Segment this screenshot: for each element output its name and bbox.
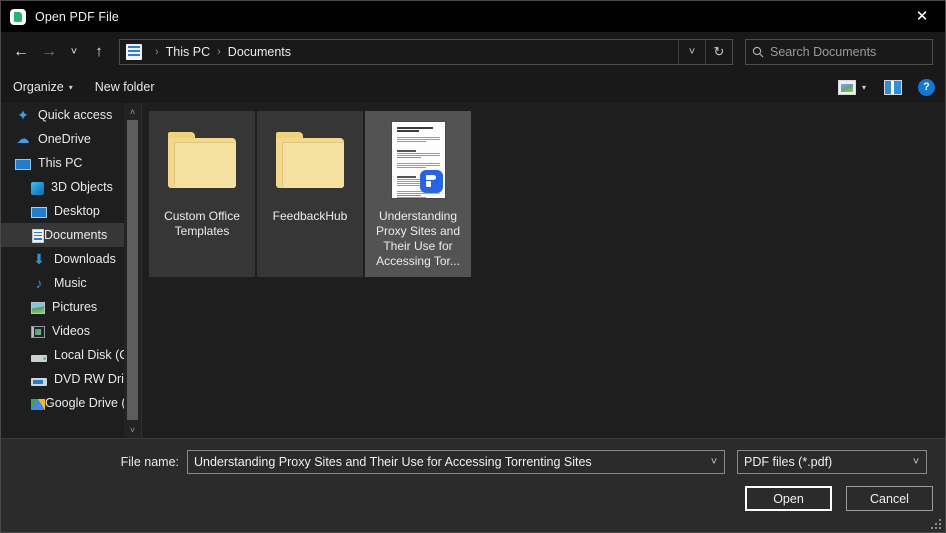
sidebar-item-pictures[interactable]: Pictures [1,295,141,319]
chevron-down-icon[interactable]: ˅ [906,456,926,468]
search-input[interactable] [770,44,932,59]
dialog-buttons: Open Cancel [1,486,945,511]
new-folder-label: New folder [94,80,155,94]
navigation-list: ✦ Quick access ☁ OneDrive This PC 3D Objects D… [1,103,141,415]
file-type-filter[interactable]: PDF files (*.pdf) ˅ [737,450,927,474]
pdf-app-icon [10,8,26,25]
forward-button[interactable]: → [35,38,63,66]
search-icon [746,46,770,58]
sidebar-item-local-disk-c[interactable]: Local Disk (C:) [1,343,141,367]
google-drive-icon [31,398,45,410]
resize-grip[interactable] [930,518,941,529]
sidebar-item-label: This PC [38,156,83,170]
folder-icon [276,117,344,203]
open-button[interactable]: Open [745,486,832,511]
chevron-down-icon[interactable]: ▾ [862,83,866,92]
navigation-sidebar: ✦ Quick access ☁ OneDrive This PC 3D Objects D… [1,103,141,438]
filename-label: File name: [120,455,179,469]
sidebar-item-label: Documents [44,228,108,242]
sidebar-item-label: OneDrive [38,132,91,146]
scrollbar-thumb[interactable] [127,120,138,420]
dvd-drive-icon [31,377,47,386]
breadcrumb-this-pc[interactable]: This PC [166,45,210,59]
command-bar: Organize ▾ New folder ▾ ? [1,71,945,103]
scroll-down-icon[interactable]: ˅ [124,421,141,438]
file-item[interactable]: Understanding Proxy Sites and Their Use … [365,111,471,277]
back-button[interactable]: ← [7,38,35,66]
address-toolbar: ← → ˅ ↑ › This PC › Documents ˅ ↻ [1,32,945,71]
sidebar-item-quick-access[interactable]: ✦ Quick access [1,103,141,127]
folder-icon [168,117,236,203]
sidebar-item-documents[interactable]: Documents [1,223,141,247]
sidebar-item-label: Quick access [38,108,113,122]
breadcrumb-separator: › [155,45,159,58]
sidebar-item-this-pc[interactable]: This PC [1,151,141,175]
sidebar-item-3d-objects[interactable]: 3D Objects [1,175,141,199]
file-list-pane[interactable]: Custom Office Templates FeedbackHub Unders… [142,103,945,438]
sidebar-item-label: Videos [52,324,90,338]
chevron-down-icon[interactable]: ˅ [704,456,724,468]
star-icon: ✦ [17,107,29,123]
desktop-icon [31,206,47,218]
address-bar[interactable]: › This PC › Documents ˅ ↻ [119,38,733,65]
sidebar-item-label: Downloads [54,252,116,266]
organize-button[interactable]: Organize ▾ [13,80,73,94]
filename-row: File name: ˅ PDF files (*.pdf) ˅ [1,439,945,474]
sidebar-scrollbar[interactable]: ˄ ˅ [124,103,141,438]
sidebar-item-label: Music [54,276,87,290]
video-icon [31,326,45,338]
up-button[interactable]: ↑ [85,38,113,66]
sidebar-item-downloads[interactable]: ⬇ Downloads [1,247,141,271]
sidebar-item-google-drive-g[interactable]: Google Drive (G: [1,391,141,415]
sidebar-item-label: 3D Objects [51,180,113,194]
sidebar-item-label: Pictures [52,300,98,314]
new-folder-button[interactable]: New folder [95,80,155,94]
sidebar-item-onedrive[interactable]: ☁ OneDrive [1,127,141,151]
monitor-icon [15,158,31,170]
folder-item[interactable]: Custom Office Templates [149,111,255,277]
sidebar-item-music[interactable]: ♪ Music [1,271,141,295]
open-file-dialog: Open PDF File ✕ ← → ˅ ↑ › This PC › Docu… [0,0,946,533]
recent-locations-button[interactable]: ˅ [63,38,85,66]
pdf-app-badge-icon [419,170,443,193]
scroll-up-icon[interactable]: ˄ [124,103,141,120]
file-label: Custom Office Templates [164,209,240,238]
sidebar-item-desktop[interactable]: Desktop [1,199,141,223]
cloud-icon: ☁ [16,131,30,146]
folder-item[interactable]: FeedbackHub [257,111,363,277]
view-options-icon[interactable] [837,79,856,95]
file-label: FeedbackHub [272,209,348,223]
breadcrumb-separator: › [217,45,221,58]
help-icon[interactable]: ? [918,78,935,96]
picture-icon [31,302,45,314]
documents-icon [32,228,44,243]
file-type-value: PDF files (*.pdf) [744,455,833,469]
cube-icon [31,181,44,195]
document-thumbnail [391,117,445,203]
filename-combobox[interactable]: ˅ [187,450,725,474]
hard-disk-icon [31,354,47,362]
dialog-body: ✦ Quick access ☁ OneDrive This PC 3D Objects D… [1,103,945,438]
cancel-button[interactable]: Cancel [846,486,933,511]
documents-folder-icon [126,43,142,60]
download-arrow-icon: ⬇ [33,251,45,267]
sidebar-item-dvd-rw-drive-d[interactable]: DVD RW Drive (D [1,367,141,391]
title-bar: Open PDF File ✕ [1,1,945,32]
close-icon[interactable]: ✕ [899,1,945,32]
breadcrumb-documents[interactable]: Documents [228,45,291,59]
search-box[interactable] [745,38,933,65]
sidebar-item-videos[interactable]: Videos [1,319,141,343]
refresh-icon[interactable]: ↻ [705,39,732,64]
organize-label: Organize [13,80,64,94]
file-label: Understanding Proxy Sites and Their Use … [375,209,461,268]
sidebar-item-label: Desktop [54,204,100,218]
window-title: Open PDF File [35,9,119,24]
chevron-down-icon[interactable]: ˅ [678,39,705,64]
preview-pane-icon[interactable] [884,79,902,95]
dialog-footer: File name: ˅ PDF files (*.pdf) ˅ Open Ca… [1,438,945,532]
filename-input[interactable] [188,455,704,469]
music-note-icon: ♪ [35,275,43,291]
chevron-down-icon: ▾ [68,82,73,92]
